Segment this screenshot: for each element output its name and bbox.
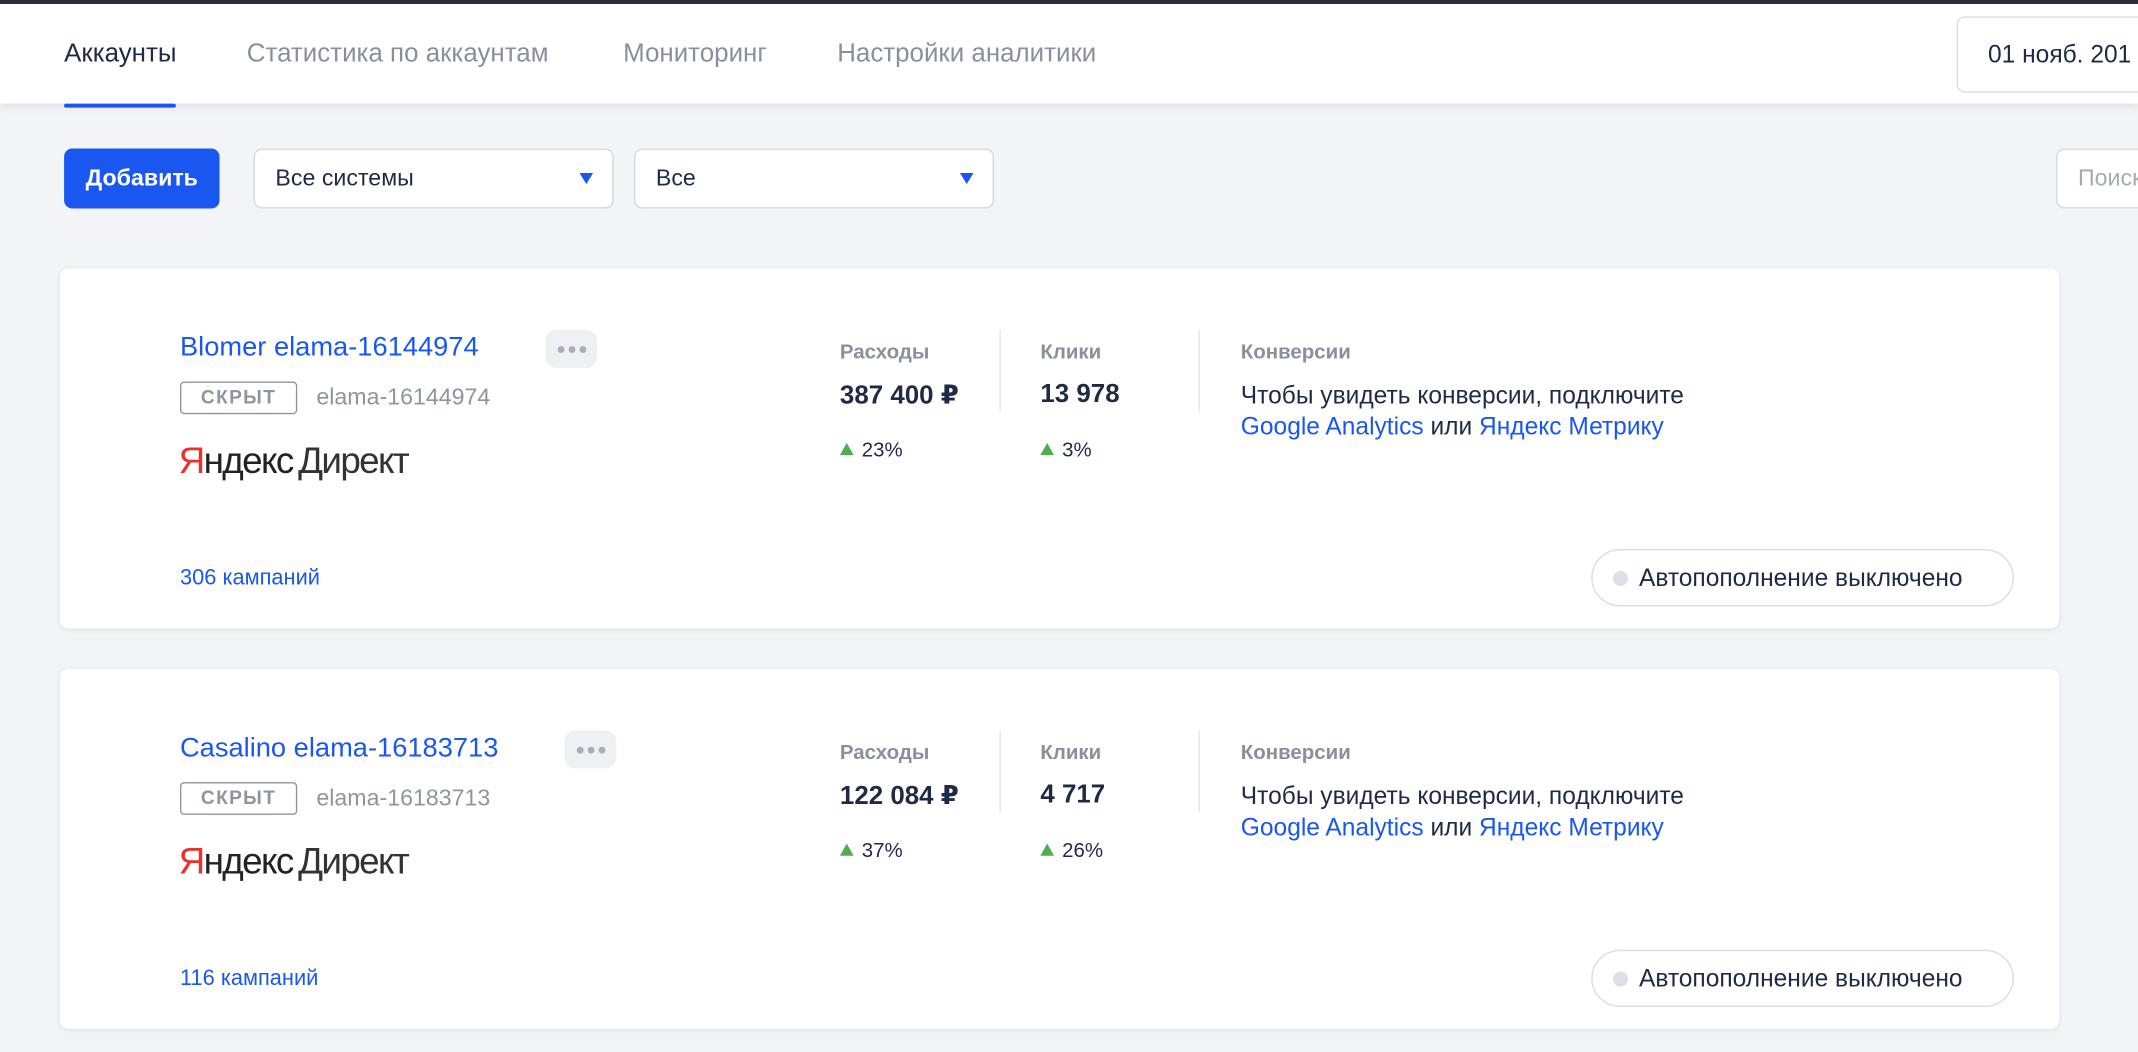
tab-analytics-settings[interactable]: Настройки аналитики [837, 4, 1096, 103]
clicks-delta: 3% [1040, 439, 1092, 462]
autopay-toggle[interactable]: Автопополнение выключено [1591, 549, 2014, 607]
spend-value: 387 400 ₽ [839, 381, 959, 411]
account-card: Casalino elama-16183713 СКРЫТ elama-1618… [59, 669, 2059, 1029]
app-screen: Аккаунты Статистика по аккаунтам Монитор… [0, 0, 2138, 1052]
account-login: elama-16183713 [316, 784, 491, 811]
spend-label: Расходы [839, 741, 930, 765]
spend-delta: 23% [839, 439, 903, 462]
autopay-label: Автопополнение выключено [1638, 564, 1963, 592]
yandex-direct-logo: Яндекс Директ [178, 840, 410, 882]
account-card: Blomer elama-16144974 СКРЫТ elama-161449… [59, 268, 2059, 629]
autopay-toggle[interactable]: Автопополнение выключено [1591, 949, 2014, 1008]
more-dots-icon [557, 346, 565, 353]
campaigns-count-link[interactable]: 116 кампаний [180, 968, 318, 993]
status-dot-icon [1613, 570, 1629, 586]
account-login: elama-16144974 [316, 384, 491, 411]
divider [999, 329, 1001, 412]
divider [1198, 329, 1200, 412]
tab-monitoring[interactable]: Мониторинг [623, 4, 767, 103]
search-input[interactable] [2056, 148, 2138, 209]
conversions-hint: Чтобы увидеть конверсии, подключите Goog… [1240, 782, 1684, 841]
status-badge: СКРЫТ [179, 782, 298, 815]
tab-accounts[interactable]: Аккаунты [64, 4, 178, 108]
spend-delta: 37% [839, 839, 903, 863]
status-filter-select[interactable]: Все [634, 148, 995, 209]
divider [1198, 730, 1200, 813]
conversions-label: Конверсии [1240, 340, 1351, 364]
caret-down-icon [579, 173, 594, 184]
more-options-button[interactable] [545, 329, 598, 368]
system-filter-select[interactable]: Все системы [253, 148, 614, 209]
arrow-up-icon [1040, 442, 1055, 456]
arrow-up-icon [1040, 843, 1055, 856]
more-dots-icon [576, 746, 584, 754]
conversions-hint: Чтобы увидеть конверсии, подключите Goog… [1240, 381, 1684, 441]
status-dot-icon [1613, 971, 1629, 987]
clicks-value: 13 978 [1040, 380, 1120, 409]
yandex-metrika-link[interactable]: Яндекс Метрику [1479, 814, 1664, 841]
google-analytics-link[interactable]: Google Analytics [1241, 814, 1424, 841]
clicks-value: 4 717 [1040, 780, 1106, 810]
clicks-delta: 26% [1040, 839, 1103, 863]
status-badge: СКРЫТ [179, 381, 298, 415]
yandex-direct-logo: Яндекс Директ [178, 440, 410, 482]
top-navigation: Аккаунты Статистика по аккаунтам Монитор… [0, 4, 2138, 108]
spend-value: 122 084 ₽ [839, 782, 959, 811]
conversions-label: Конверсии [1240, 741, 1351, 765]
account-name-link[interactable]: Casalino elama-16183713 [180, 733, 498, 764]
autopay-label: Автопополнение выключено [1638, 964, 1963, 993]
caret-down-icon [959, 173, 974, 184]
clicks-label: Клики [1040, 741, 1102, 765]
campaigns-count-link[interactable]: 306 кампаний [180, 567, 320, 592]
arrow-up-icon [839, 843, 854, 856]
clicks-label: Клики [1040, 340, 1102, 364]
divider [999, 730, 1001, 813]
more-options-button[interactable] [564, 730, 617, 769]
arrow-up-icon [839, 442, 854, 456]
system-filter-value: Все системы [275, 164, 414, 191]
yandex-metrika-link[interactable]: Яндекс Метрику [1479, 413, 1664, 440]
date-range-picker[interactable]: 01 нояб. 201 [1956, 16, 2138, 93]
status-filter-value: Все [655, 164, 696, 191]
tab-account-statistics[interactable]: Статистика по аккаунтам [247, 4, 549, 103]
account-name-link[interactable]: Blomer elama-16144974 [180, 332, 479, 363]
google-analytics-link[interactable]: Google Analytics [1241, 413, 1424, 440]
add-account-button[interactable]: Добавить [64, 148, 220, 209]
spend-label: Расходы [839, 340, 930, 364]
